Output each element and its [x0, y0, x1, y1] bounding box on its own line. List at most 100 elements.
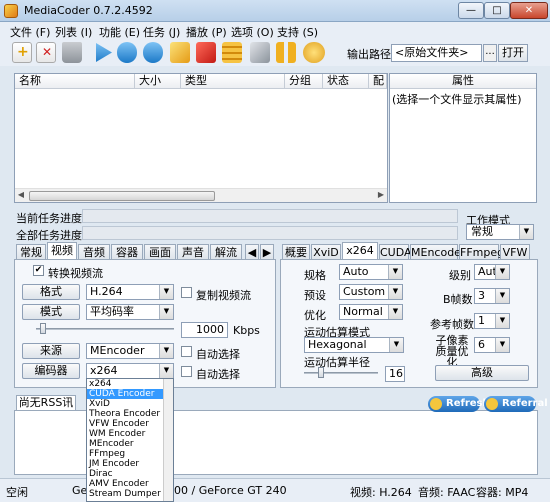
encoder-option[interactable]: XviD: [87, 399, 173, 409]
enable-video-label: 转换视频流: [48, 267, 103, 280]
mode-select[interactable]: 平均码率 ▼: [86, 304, 174, 320]
profile-select[interactable]: Auto ▼: [339, 264, 403, 280]
scroll-thumb[interactable]: [29, 191, 215, 201]
encoder-button[interactable]: 编码器: [22, 363, 80, 379]
tab-picture[interactable]: 画面: [144, 244, 176, 260]
optimize-select[interactable]: Normal ▼: [339, 304, 403, 320]
dropdown-scrollbar[interactable]: [163, 379, 173, 501]
encoder-option[interactable]: Theora Encoder: [87, 409, 173, 419]
horizontal-scrollbar[interactable]: ◀ ▶: [15, 188, 387, 202]
tab-container[interactable]: 容器: [111, 244, 143, 260]
menu-support[interactable]: 支持 (S): [277, 24, 318, 40]
tab-ffmpeg[interactable]: FFmpeg: [459, 244, 504, 260]
play-button[interactable]: [93, 42, 113, 63]
encoder-option[interactable]: AMV Encoder: [87, 479, 173, 489]
refresh-button[interactable]: Refresh: [428, 396, 490, 412]
tab-sound[interactable]: 声音: [177, 244, 209, 260]
subme-select[interactable]: 6 ▼: [474, 337, 510, 353]
maximize-button[interactable]: □: [484, 2, 510, 19]
preset-select[interactable]: Custom ▼: [339, 284, 403, 300]
tab-demux[interactable]: 解流: [210, 244, 242, 260]
column-config[interactable]: 配: [369, 74, 387, 89]
advanced-button[interactable]: 高级: [435, 365, 529, 381]
menu-play[interactable]: 播放 (P): [186, 24, 227, 40]
encoder-option[interactable]: FFmpeg: [87, 449, 173, 459]
column-size[interactable]: 大小: [135, 74, 181, 89]
column-group[interactable]: 分组: [285, 74, 323, 89]
motion-range-thumb[interactable]: [318, 367, 324, 378]
tab-vfw[interactable]: VFW: [500, 244, 530, 260]
tab-cuda[interactable]: CUDA: [379, 244, 412, 260]
referral-button[interactable]: Referral: [484, 396, 548, 412]
source-auto-checkbox[interactable]: [181, 346, 192, 357]
tab-scroll-right[interactable]: ▶: [260, 244, 274, 260]
plugin-button[interactable]: [196, 42, 216, 63]
stop-button[interactable]: [143, 42, 163, 63]
list-button[interactable]: [222, 42, 242, 63]
source-select[interactable]: MEncoder ▼: [86, 343, 174, 359]
format-button[interactable]: 格式: [22, 284, 80, 300]
encoder-option[interactable]: x264: [87, 379, 173, 389]
browse-button[interactable]: ...: [483, 44, 497, 62]
copy-video-checkbox[interactable]: [181, 287, 192, 298]
wizard-button[interactable]: [170, 42, 190, 63]
mode-button[interactable]: 模式: [22, 304, 80, 320]
tab-video[interactable]: 视频: [47, 242, 77, 260]
tab-general[interactable]: 常规: [16, 244, 46, 260]
encoder-option[interactable]: WM Encoder: [87, 429, 173, 439]
motion-range-field[interactable]: 16: [385, 366, 405, 382]
encoder-auto-checkbox[interactable]: [181, 366, 192, 377]
output-path-field[interactable]: <原始文件夹>: [391, 44, 482, 62]
tab-x264[interactable]: x264: [342, 242, 378, 260]
menu-options[interactable]: 选项 (O): [231, 24, 274, 40]
scroll-left-icon[interactable]: ◀: [15, 190, 27, 199]
clear-button[interactable]: [62, 42, 82, 63]
add-file-button[interactable]: +: [12, 42, 32, 63]
work-mode-select[interactable]: 常规 ▼: [466, 224, 534, 240]
encoder-option[interactable]: MEncoder: [87, 439, 173, 449]
menu-function[interactable]: 功能 (E): [99, 24, 140, 40]
encoder-option[interactable]: Dirac: [87, 469, 173, 479]
rss-tab[interactable]: 尚无RSS讯息: [16, 395, 76, 423]
menu-file[interactable]: 文件 (F): [10, 24, 50, 40]
start-button[interactable]: [303, 42, 325, 63]
enable-video-checkbox[interactable]: ✔: [33, 265, 44, 276]
tab-audio[interactable]: 音频: [78, 244, 110, 260]
encoder-option[interactable]: VFW Encoder: [87, 419, 173, 429]
settings-button[interactable]: [250, 42, 270, 63]
refresh-icon: [430, 398, 442, 410]
bitrate-field[interactable]: 1000: [181, 322, 228, 338]
next-button[interactable]: [117, 42, 137, 63]
ref-frames-label: 参考帧数: [430, 318, 474, 331]
format-select[interactable]: H.264 ▼: [86, 284, 174, 300]
motion-range-track[interactable]: [304, 372, 378, 374]
bitrate-slider-thumb[interactable]: [40, 323, 46, 334]
scroll-right-icon[interactable]: ▶: [375, 190, 387, 199]
level-select[interactable]: Auto ▼: [474, 264, 510, 280]
menu-task[interactable]: 任务 (J): [143, 24, 180, 40]
column-name[interactable]: 名称: [15, 74, 135, 89]
minimize-button[interactable]: —: [458, 2, 484, 19]
column-status[interactable]: 状态: [323, 74, 369, 89]
encoder-dropdown-list[interactable]: x264 CUDA Encoder XviD Theora Encoder VF…: [86, 378, 174, 502]
close-button[interactable]: ✕: [510, 2, 548, 19]
column-type[interactable]: 类型: [181, 74, 285, 89]
encoder-option[interactable]: CUDA Encoder: [87, 389, 173, 399]
tab-xvid[interactable]: XviD: [311, 244, 341, 260]
tab-overview[interactable]: 概要: [282, 244, 310, 260]
bframes-select[interactable]: 3 ▼: [474, 288, 510, 304]
encoder-select[interactable]: x264 ▼: [86, 363, 174, 379]
source-button[interactable]: 来源: [22, 343, 80, 359]
tab-scroll-left[interactable]: ◀: [245, 244, 259, 260]
open-button[interactable]: 打开: [498, 44, 528, 62]
motion-estimation-select[interactable]: Hexagonal ▼: [304, 337, 404, 353]
menu-list[interactable]: 列表 (I): [55, 24, 92, 40]
ref-frames-select[interactable]: 1 ▼: [474, 313, 510, 329]
bitrate-slider-track[interactable]: [36, 328, 174, 330]
encoder-option[interactable]: JM Encoder: [87, 459, 173, 469]
pause-button[interactable]: [276, 42, 296, 63]
file-list[interactable]: 名称 大小 类型 分组 状态 配 ◀ ▶: [14, 73, 388, 203]
encoder-option[interactable]: Stream Dumper: [87, 489, 173, 499]
tab-mencoder[interactable]: MEncoder: [410, 244, 465, 260]
remove-file-button[interactable]: ✕: [36, 42, 56, 63]
